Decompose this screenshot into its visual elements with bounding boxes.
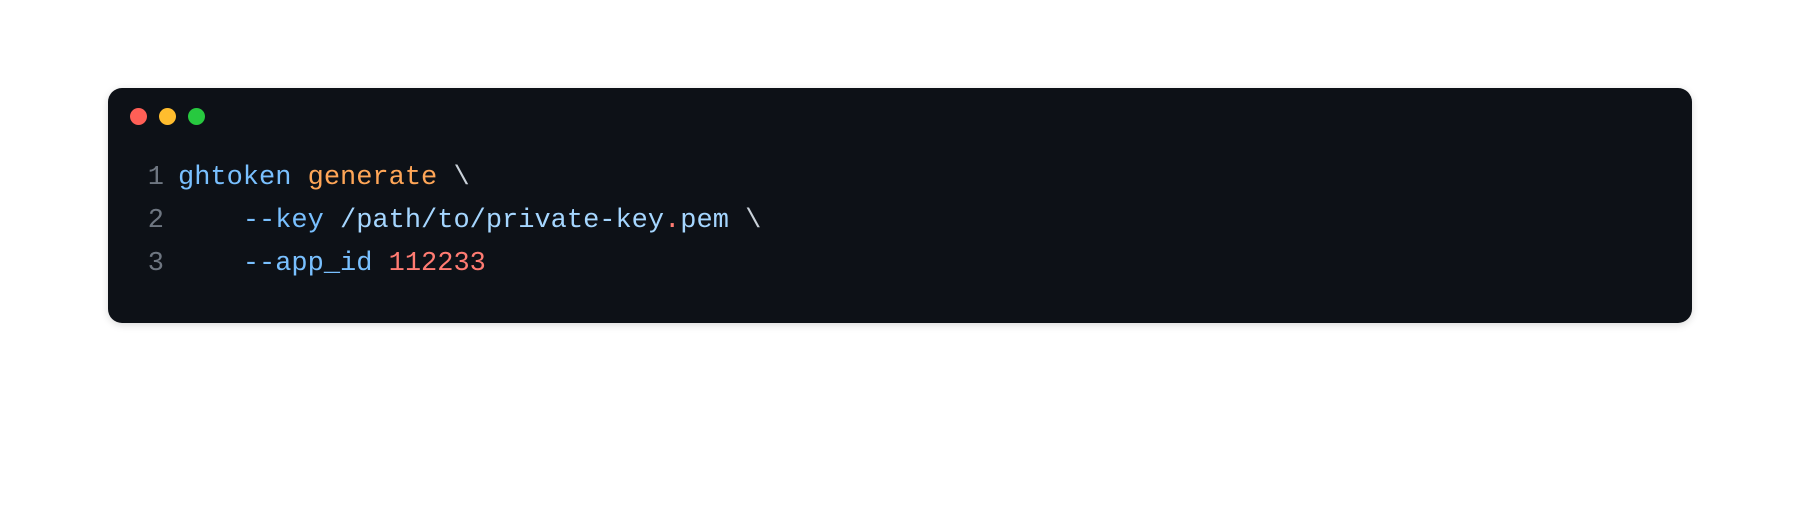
maximize-icon[interactable] <box>188 108 205 125</box>
space <box>729 200 745 243</box>
terminal-window: 1 ghtoken generate \ 2 --key /path/to/pri… <box>108 88 1692 323</box>
line-number: 3 <box>130 243 164 286</box>
subcommand-token: generate <box>308 157 438 200</box>
minimize-icon[interactable] <box>159 108 176 125</box>
line-number: 1 <box>130 157 164 200</box>
continuation-token: \ <box>745 200 761 243</box>
space <box>437 157 453 200</box>
close-icon[interactable] <box>130 108 147 125</box>
code-block[interactable]: 1 ghtoken generate \ 2 --key /path/to/pri… <box>108 133 1692 323</box>
code-line: 3 --app_id 112233 <box>130 243 1670 286</box>
flag-token: --key <box>243 200 324 243</box>
line-number: 2 <box>130 200 164 243</box>
space <box>291 157 307 200</box>
window-titlebar <box>108 88 1692 133</box>
command-token: ghtoken <box>178 157 291 200</box>
path-token: /path/to/private-key <box>340 200 664 243</box>
code-line: 1 ghtoken generate \ <box>130 157 1670 200</box>
path-ext-token: pem <box>680 200 729 243</box>
indent <box>178 243 243 286</box>
code-line: 2 --key /path/to/private-key.pem \ <box>130 200 1670 243</box>
dot-token: . <box>664 200 680 243</box>
space <box>372 243 388 286</box>
flag-token: --app_id <box>243 243 373 286</box>
continuation-token: \ <box>453 157 469 200</box>
indent <box>178 200 243 243</box>
number-token: 112233 <box>389 243 486 286</box>
space <box>324 200 340 243</box>
